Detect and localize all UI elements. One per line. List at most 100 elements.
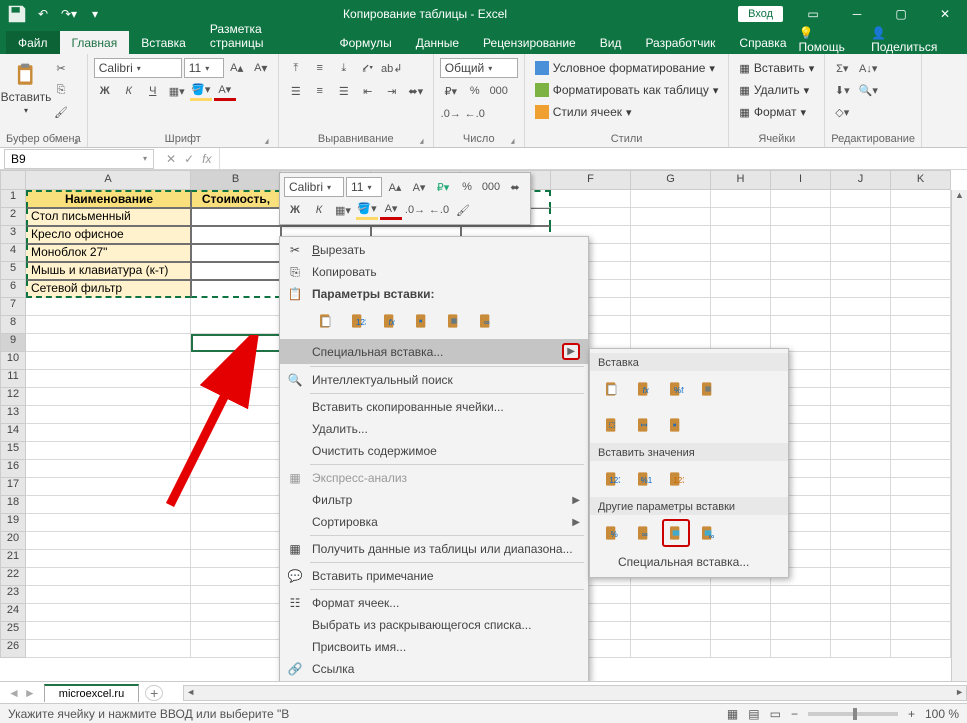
cell[interactable] (891, 190, 951, 208)
align-right-icon[interactable]: ☰ (333, 81, 355, 101)
cell[interactable] (891, 352, 951, 370)
row-header[interactable]: 23 (0, 586, 26, 604)
cell[interactable] (891, 316, 951, 334)
cell[interactable] (191, 442, 281, 460)
cell[interactable] (891, 280, 951, 298)
row-header[interactable]: 3 (0, 226, 26, 244)
ctx-filter[interactable]: Фильтр▶ (280, 489, 588, 511)
row-header[interactable]: 11 (0, 370, 26, 388)
font-color-icon[interactable]: A▾ (214, 81, 236, 101)
cell[interactable] (631, 280, 711, 298)
cell[interactable] (26, 568, 191, 586)
row-header[interactable]: 18 (0, 496, 26, 514)
qat-customize-icon[interactable]: ▾ (84, 3, 106, 25)
cell[interactable] (831, 496, 891, 514)
cell[interactable] (711, 208, 771, 226)
find-icon[interactable]: 🔍▾ (857, 80, 879, 100)
format-cells-button[interactable]: ▦ Формат▾ (735, 102, 810, 122)
mini-fontcolor-icon[interactable]: A▾ (380, 200, 402, 220)
cell[interactable] (831, 334, 891, 352)
cell[interactable] (711, 280, 771, 298)
cell[interactable] (771, 622, 831, 640)
cell[interactable] (831, 460, 891, 478)
mini-size-combo[interactable]: 11▾ (346, 177, 382, 197)
row-header[interactable]: 19 (0, 514, 26, 532)
align-left-icon[interactable]: ☰ (285, 81, 307, 101)
cell[interactable] (891, 532, 951, 550)
cell[interactable] (191, 406, 281, 424)
tab-formulas[interactable]: Формулы (327, 31, 403, 54)
ctx-clear[interactable]: Очистить содержимое (280, 440, 588, 462)
decrease-indent-icon[interactable]: ⇤ (357, 81, 379, 101)
bold-button[interactable]: Ж (94, 81, 116, 101)
vertical-scrollbar[interactable] (951, 190, 967, 700)
cell[interactable] (26, 352, 191, 370)
underline-button[interactable]: Ч (142, 81, 164, 101)
increase-indent-icon[interactable]: ⇥ (381, 81, 403, 101)
cell[interactable] (891, 460, 951, 478)
cell[interactable] (191, 568, 281, 586)
decrease-decimal-icon[interactable]: ←.0 (464, 104, 486, 124)
cell[interactable] (771, 280, 831, 298)
sheet-prev-icon[interactable]: ◄ (8, 686, 20, 700)
sub-paste-formulas-icon[interactable]: fx (630, 375, 658, 403)
cell[interactable] (631, 298, 711, 316)
mini-bold[interactable]: Ж (284, 200, 306, 220)
cell[interactable] (631, 208, 711, 226)
cell[interactable] (631, 586, 711, 604)
cell[interactable] (191, 316, 281, 334)
cell[interactable] (831, 640, 891, 658)
sub-values-srcfmt-icon[interactable]: 123 (662, 465, 690, 493)
cell[interactable] (631, 226, 711, 244)
undo-icon[interactable]: ↶ (32, 3, 54, 25)
mini-italic[interactable]: К (308, 200, 330, 220)
cell[interactable] (891, 640, 951, 658)
increase-font-icon[interactable]: A▴ (226, 58, 248, 78)
row-header[interactable]: 24 (0, 604, 26, 622)
row-header[interactable]: 16 (0, 460, 26, 478)
cell[interactable] (831, 388, 891, 406)
cell[interactable] (711, 316, 771, 334)
comma-icon[interactable]: 000 (488, 81, 510, 101)
tab-layout[interactable]: Разметка страницы (198, 17, 328, 54)
column-header[interactable]: I (771, 170, 831, 190)
cell[interactable] (891, 550, 951, 568)
share-button[interactable]: 👤 Поделиться (871, 26, 953, 54)
cell[interactable] (551, 208, 631, 226)
ctx-cut[interactable]: ✂Вырезать (280, 239, 588, 261)
row-header[interactable]: 22 (0, 568, 26, 586)
row-header[interactable]: 1 (0, 190, 26, 208)
paste-values-icon[interactable]: 123 (344, 307, 372, 335)
cell[interactable] (891, 334, 951, 352)
cell[interactable] (191, 370, 281, 388)
tab-view[interactable]: Вид (588, 31, 634, 54)
cell[interactable] (831, 442, 891, 460)
row-header[interactable]: 5 (0, 262, 26, 280)
mini-merge-icon[interactable]: ⬌ (504, 177, 526, 197)
cell[interactable] (26, 406, 191, 424)
row-header[interactable]: 9 (0, 334, 26, 352)
column-header[interactable]: H (711, 170, 771, 190)
merge-icon[interactable]: ⬌▾ (405, 81, 427, 101)
cell[interactable] (191, 532, 281, 550)
view-pagebreak-icon[interactable]: ▭ (770, 707, 781, 721)
row-header[interactable]: 10 (0, 352, 26, 370)
sub-paste-noborder-icon[interactable] (598, 411, 626, 439)
sheet-tab[interactable]: microexcel.ru (44, 684, 139, 702)
cell[interactable] (191, 496, 281, 514)
cell[interactable] (831, 550, 891, 568)
cell[interactable] (831, 280, 891, 298)
ctx-insert-copied[interactable]: Вставить скопированные ячейки... (280, 396, 588, 418)
cell[interactable] (191, 334, 281, 352)
cell[interactable] (26, 640, 191, 658)
cell[interactable] (831, 406, 891, 424)
mini-shrink-icon[interactable]: A▾ (408, 177, 430, 197)
cell[interactable] (891, 622, 951, 640)
cell[interactable] (711, 244, 771, 262)
cell[interactable] (711, 586, 771, 604)
zoom-out-icon[interactable]: − (791, 707, 798, 721)
italic-button[interactable]: К (118, 81, 140, 101)
mini-font-combo[interactable]: Calibri▾ (284, 177, 344, 197)
sheet-next-icon[interactable]: ► (24, 686, 36, 700)
fx-icon[interactable]: fx (202, 152, 211, 166)
